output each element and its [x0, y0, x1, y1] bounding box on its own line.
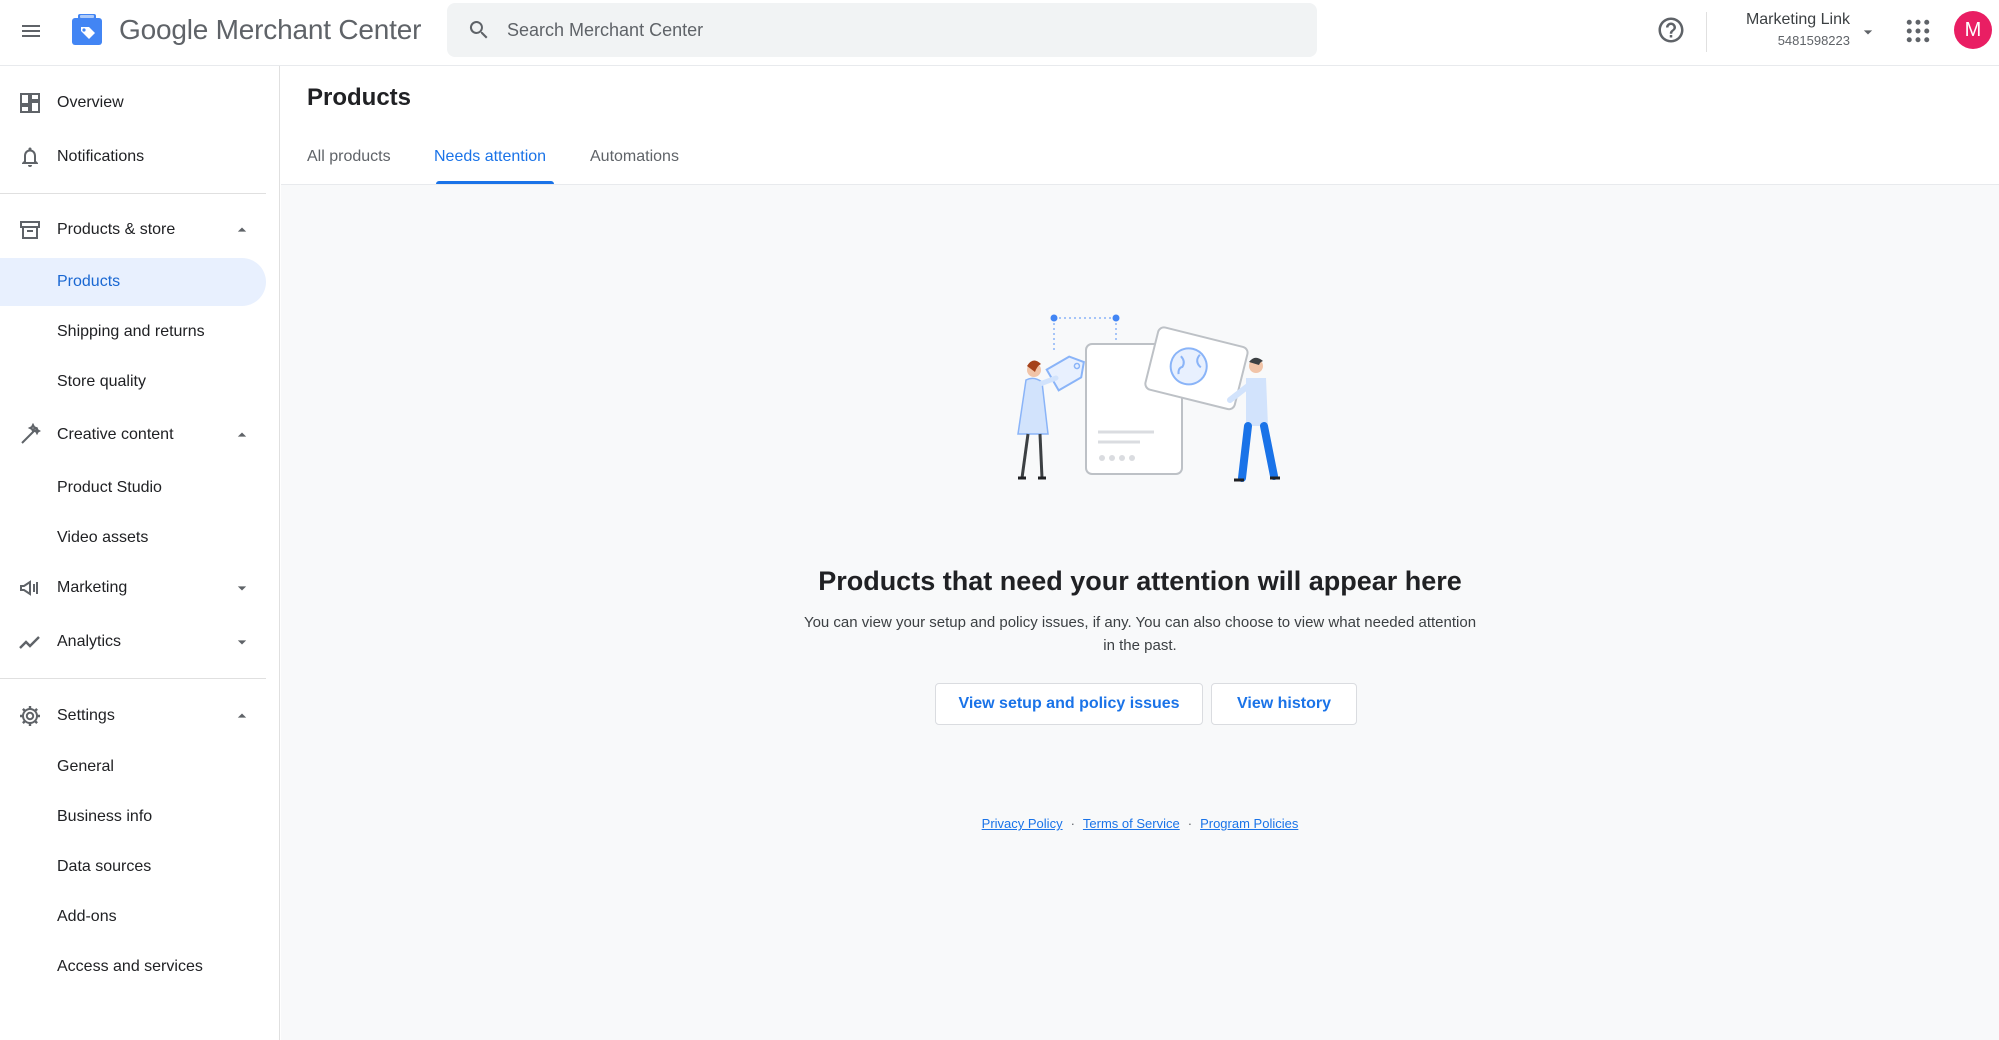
sidebar-item-access-services[interactable]: Access and services — [0, 943, 266, 991]
page-header: Products All products Needs attention Au… — [281, 66, 1999, 185]
sidebar-item-label: Analytics — [57, 633, 122, 650]
terms-of-service-link[interactable]: Terms of Service — [1083, 816, 1180, 831]
sidebar-item-label: Access and services — [57, 958, 203, 975]
sidebar-item-label: Shipping and returns — [57, 323, 205, 340]
caret-up-icon — [237, 227, 247, 232]
sidebar-nav: Overview Notifications Products & store … — [0, 66, 280, 1040]
page-title: Products — [307, 84, 412, 111]
magic-wand-icon — [21, 423, 42, 444]
avatar[interactable]: M — [1954, 11, 1992, 49]
sidebar-item-overview[interactable]: Overview — [0, 78, 266, 128]
sidebar-item-label: General — [57, 758, 114, 775]
active-tab-indicator — [436, 181, 554, 184]
trending-up-icon — [19, 636, 40, 649]
hamburger-menu-icon — [22, 25, 40, 37]
sidebar-item-general[interactable]: General — [0, 743, 266, 791]
footer-separator: · — [1070, 816, 1075, 831]
sidebar-item-store-quality[interactable]: Store quality — [0, 358, 266, 406]
privacy-policy-link[interactable]: Privacy Policy — [982, 816, 1063, 831]
megaphone-icon — [20, 580, 38, 596]
sidebar-item-label: Notifications — [57, 148, 145, 165]
caret-down-icon — [237, 586, 247, 591]
sidebar-item-products-store[interactable]: Products & store — [0, 205, 266, 255]
sidebar-item-analytics[interactable]: Analytics — [0, 617, 266, 667]
caret-down-icon — [1863, 30, 1873, 35]
account-name: Marketing Link — [1745, 11, 1850, 28]
main-content: Products All products Needs attention Au… — [281, 66, 1999, 1040]
tab-all-products[interactable]: All products — [307, 148, 391, 184]
sidebar-item-creative-content[interactable]: Creative content — [0, 410, 266, 460]
account-switcher[interactable]: Marketing Link 5481598223 — [1730, 9, 1880, 53]
empty-state-illustration — [1017, 314, 1280, 482]
sidebar-item-data-sources[interactable]: Data sources — [0, 843, 266, 891]
account-id: 5481598223 — [1777, 33, 1850, 48]
tab-needs-attention[interactable]: Needs attention — [434, 148, 546, 184]
sidebar-item-add-ons[interactable]: Add-ons — [0, 893, 266, 941]
caret-up-icon — [237, 713, 247, 718]
sidebar-item-label: Products — [57, 273, 121, 290]
sidebar-item-product-studio[interactable]: Product Studio — [0, 464, 266, 512]
tab-automations[interactable]: Automations — [590, 148, 679, 184]
footer-links: Privacy Policy · Terms of Service · Program … — [281, 816, 1999, 831]
sidebar-item-label: Business info — [57, 808, 153, 825]
sidebar-item-settings[interactable]: Settings — [0, 691, 266, 741]
google-apps-icon[interactable] — [1903, 16, 1933, 46]
view-history-button[interactable]: View history — [1211, 683, 1357, 725]
empty-state-description: You can view your setup and policy issue… — [803, 614, 1477, 654]
sidebar-item-notifications[interactable]: Notifications — [0, 132, 266, 182]
sidebar-item-video-assets[interactable]: Video assets — [0, 514, 266, 562]
caret-down-icon — [237, 640, 247, 645]
search-input[interactable] — [507, 3, 1287, 57]
sidebar-item-label: Store quality — [57, 373, 146, 390]
program-policies-link[interactable]: Program Policies — [1200, 816, 1298, 831]
footer-separator: · — [1187, 816, 1193, 831]
sidebar-item-label: Add-ons — [57, 908, 117, 925]
main-menu-button[interactable] — [14, 14, 48, 48]
app-title: Google Merchant Center — [119, 14, 422, 45]
sidebar-item-label: Creative content — [57, 426, 174, 443]
search-bar[interactable] — [447, 3, 1317, 57]
bell-icon — [22, 147, 38, 167]
search-icon — [469, 21, 488, 39]
sidebar-item-marketing[interactable]: Marketing — [0, 563, 266, 613]
sidebar-item-label: Overview — [57, 94, 124, 111]
sidebar-item-label: Product Studio — [57, 479, 162, 496]
sidebar-item-label: Marketing — [57, 579, 128, 596]
sidebar-item-label: Data sources — [57, 858, 152, 875]
sidebar-item-label: Settings — [57, 707, 115, 724]
help-icon[interactable] — [1656, 15, 1686, 45]
empty-state-title: Products that need your attention will a… — [818, 566, 1462, 596]
caret-up-icon — [237, 432, 247, 437]
sidebar-divider — [0, 678, 266, 679]
top-app-bar: Google Merchant Center Marketing Link 54… — [0, 0, 1999, 66]
sidebar-item-business-info[interactable]: Business info — [0, 793, 266, 841]
topbar-divider — [1706, 12, 1707, 52]
store-icon — [20, 221, 40, 239]
sidebar-item-label: Video assets — [57, 529, 149, 546]
sidebar-item-shipping[interactable]: Shipping and returns — [0, 308, 266, 356]
view-setup-policy-issues-button[interactable]: View setup and policy issues — [935, 683, 1203, 725]
sidebar-item-products[interactable]: Products — [0, 258, 266, 306]
gear-icon — [20, 706, 40, 726]
sidebar-item-label: Products & store — [57, 221, 176, 238]
merchant-center-logo-icon — [72, 14, 102, 45]
sidebar-divider — [0, 193, 266, 194]
dashboard-icon — [20, 93, 40, 113]
